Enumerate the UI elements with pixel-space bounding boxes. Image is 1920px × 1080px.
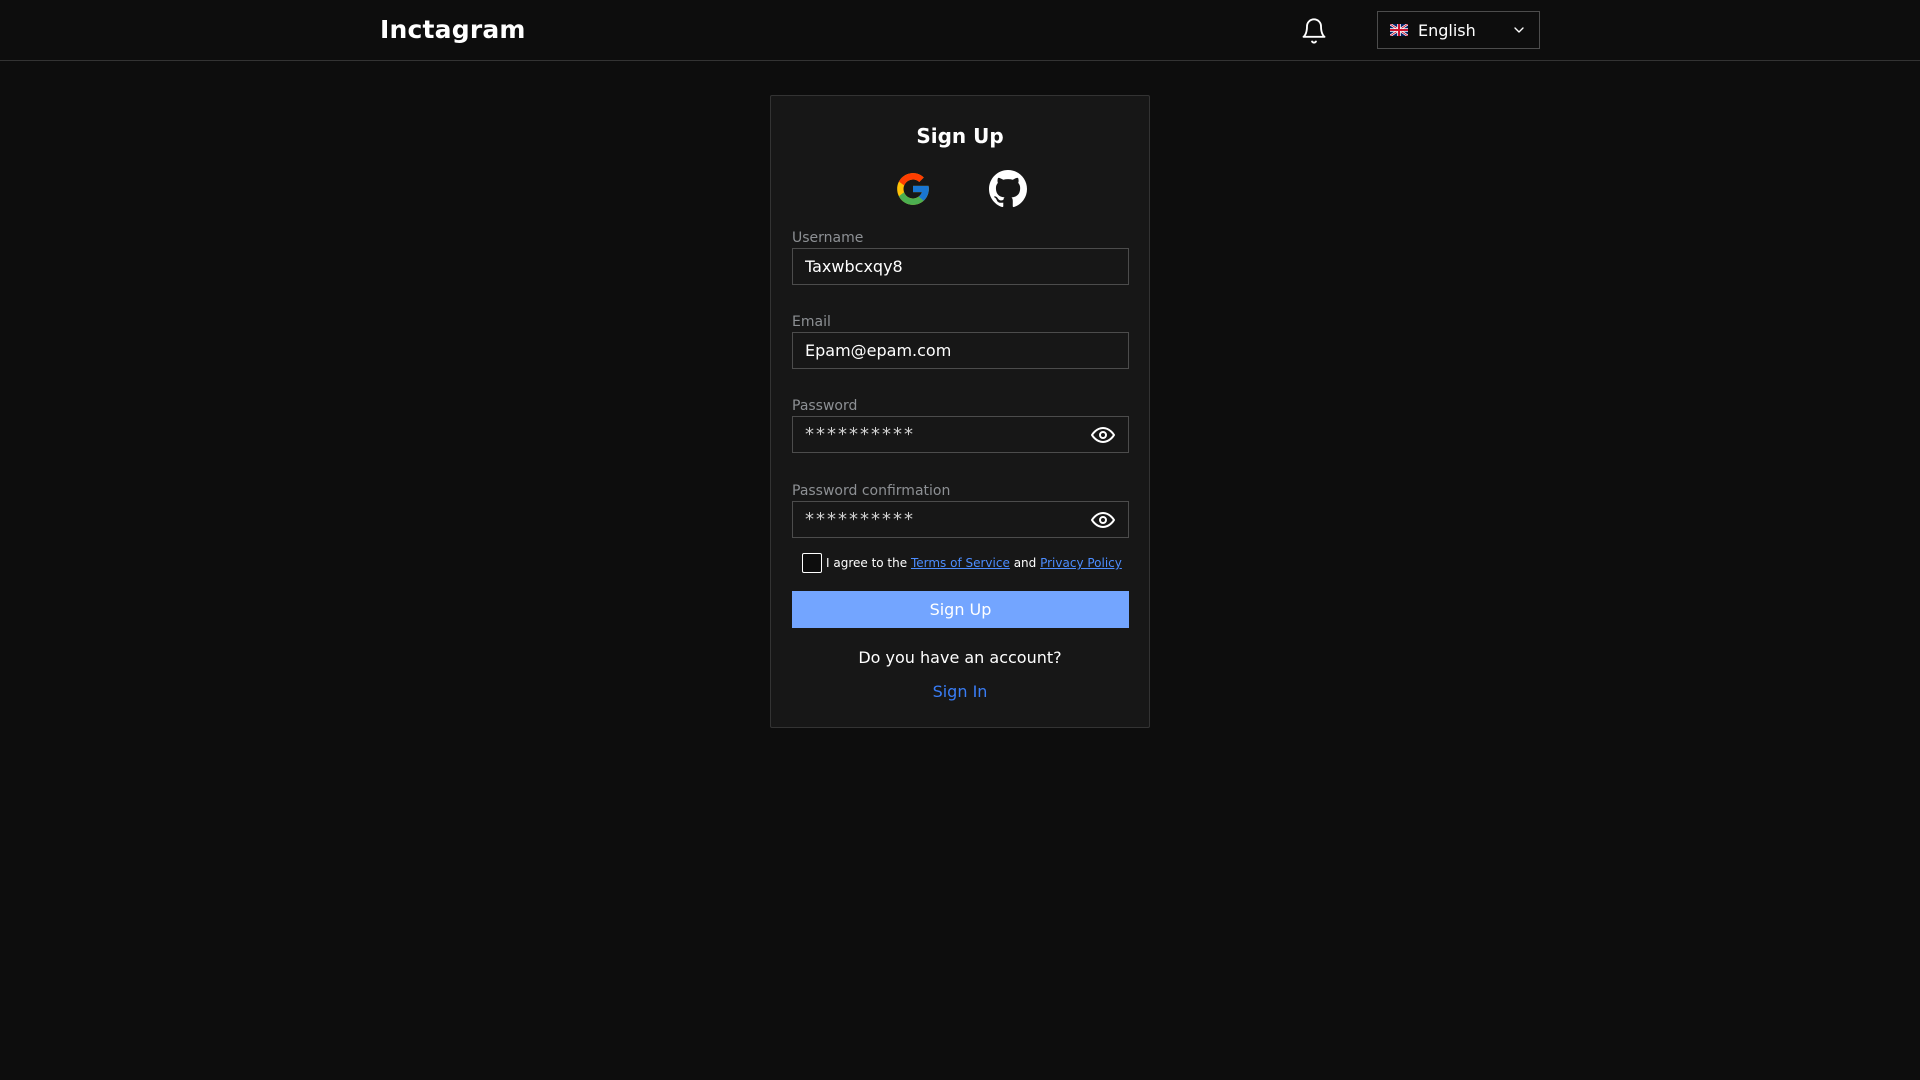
language-label: English <box>1418 20 1476 40</box>
google-icon[interactable] <box>894 170 932 208</box>
eye-icon[interactable] <box>1091 508 1115 532</box>
github-icon[interactable] <box>989 170 1027 208</box>
sign-in-link[interactable]: Sign In <box>771 680 1149 704</box>
username-field[interactable] <box>792 248 1129 285</box>
chevron-down-icon <box>1514 27 1524 33</box>
terms-checkbox[interactable] <box>802 553 822 573</box>
email-label: Email <box>792 314 831 330</box>
language-select[interactable]: English <box>1377 11 1540 49</box>
password-confirmation-field[interactable] <box>792 501 1129 538</box>
uk-flag-icon <box>1390 24 1408 36</box>
top-header: Inctagram English <box>0 0 1920 61</box>
bell-icon[interactable] <box>1300 17 1328 45</box>
terms-of-service-link[interactable]: Terms of Service <box>911 556 1010 570</box>
page-title: Sign Up <box>916 124 1004 148</box>
agree-prefix: I agree to the <box>826 556 908 570</box>
sign-up-button[interactable]: Sign Up <box>792 591 1129 628</box>
agree-conjunction: and <box>1013 556 1037 570</box>
terms-agreement: I agree to the Terms of Service and Priv… <box>802 553 1122 573</box>
privacy-policy-link[interactable]: Privacy Policy <box>1040 556 1122 570</box>
have-account-text: Do you have an account? <box>858 648 1062 667</box>
password-confirmation-label: Password confirmation <box>792 483 951 499</box>
email-field[interactable] <box>792 332 1129 369</box>
eye-icon[interactable] <box>1091 423 1115 447</box>
password-field[interactable] <box>792 416 1129 453</box>
signup-card: Sign Up Username Email Password Password… <box>770 95 1150 728</box>
app-logo[interactable]: Inctagram <box>380 14 526 46</box>
username-label: Username <box>792 230 864 246</box>
password-label: Password <box>792 398 858 414</box>
